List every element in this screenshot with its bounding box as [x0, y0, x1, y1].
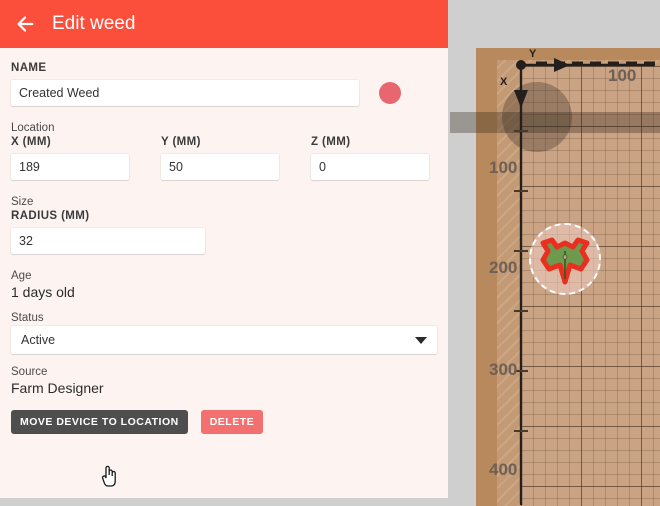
back-arrow-icon[interactable] — [14, 13, 36, 35]
axis-x-letter: X — [500, 76, 508, 88]
action-buttons-row: MOVE DEVICE TO LOCATION DELETE — [11, 410, 437, 434]
axis-y-letter: Y — [529, 48, 537, 60]
source-value: Farm Designer — [11, 380, 104, 396]
radius-label: RADIUS (MM) — [11, 210, 90, 222]
y-tick-300: 300 — [489, 360, 518, 379]
radius-input[interactable] — [11, 228, 205, 254]
page-title: Edit weed — [52, 13, 136, 34]
weed-form: NAME Location X (MM) Y (MM) Z (MM) — [0, 48, 448, 434]
z-field-group: Z (MM) — [311, 136, 429, 180]
x-field-group: X (MM) — [11, 136, 129, 180]
name-row — [11, 80, 437, 106]
y-tick-400: 400 — [489, 460, 518, 479]
y-field-group: Y (MM) — [161, 136, 279, 180]
z-input[interactable] — [311, 154, 429, 180]
edit-weed-panel: Edit weed NAME Location X (MM) Y (MM) — [0, 0, 448, 498]
y-tick-200: 200 — [489, 258, 518, 277]
x-tick-100: 100 — [608, 66, 637, 85]
age-value: 1 days old — [11, 284, 75, 300]
y-tick-100: 100 — [489, 158, 518, 177]
panel-titlebar: Edit weed — [0, 0, 448, 48]
status-label: Status — [11, 312, 44, 324]
location-inputs-row: X (MM) Y (MM) Z (MM) — [11, 136, 437, 180]
location-label: Location — [11, 122, 55, 134]
name-label: NAME — [11, 62, 47, 74]
source-label: Source — [11, 366, 48, 378]
move-device-to-location-button[interactable]: MOVE DEVICE TO LOCATION — [11, 410, 188, 434]
status-select[interactable]: Active — [11, 326, 437, 354]
pointer-hand-cursor — [101, 465, 116, 487]
weed-color-swatch[interactable] — [379, 82, 401, 104]
edit-weed-screen: X Y 100 100 200 300 400 Edit weed NAME L… — [0, 0, 660, 506]
z-label: Z (MM) — [311, 136, 351, 148]
x-input[interactable] — [11, 154, 129, 180]
x-label: X (MM) — [11, 136, 52, 148]
y-input[interactable] — [161, 154, 279, 180]
chevron-down-icon[interactable] — [415, 337, 427, 344]
status-selected-value: Active — [21, 333, 56, 347]
name-input[interactable] — [11, 80, 359, 106]
size-label: Size — [11, 196, 34, 208]
age-label: Age — [11, 270, 32, 282]
delete-button[interactable]: DELETE — [200, 410, 264, 434]
y-label: Y (MM) — [161, 136, 201, 148]
